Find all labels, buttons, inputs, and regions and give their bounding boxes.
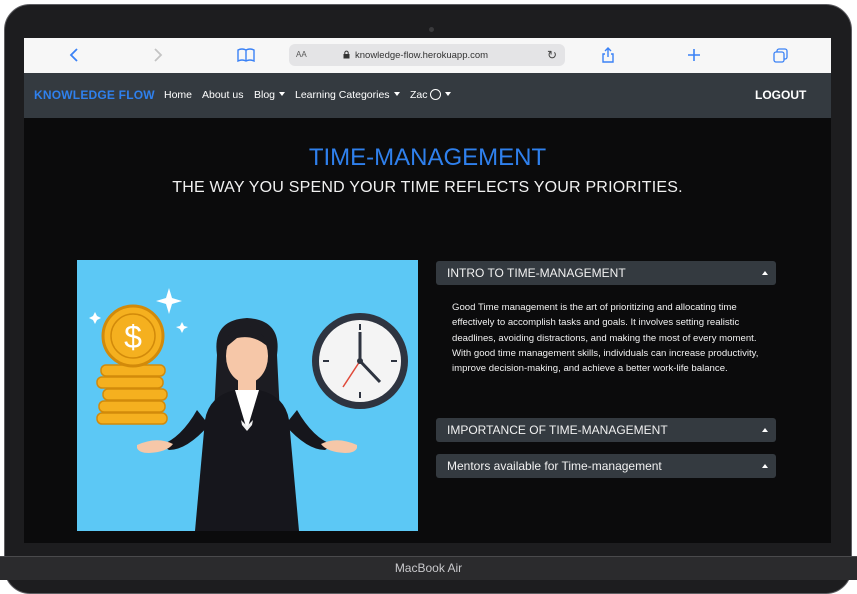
nav-blog[interactable]: Blog: [254, 89, 286, 101]
lock-icon: [343, 50, 350, 59]
site-navbar: KNOWLEDGE FLOW Home About us Blog Learni…: [24, 73, 831, 118]
text-size-button[interactable]: AA: [296, 50, 307, 59]
dollar-sign-icon: $: [124, 319, 142, 355]
new-tab-icon[interactable]: [684, 45, 704, 65]
nav-blog-label: Blog: [254, 89, 276, 101]
chevron-up-icon: [762, 464, 768, 468]
chevron-down-icon: [279, 92, 286, 96]
camera-icon: [429, 27, 434, 32]
page-subtitle: THE WAY YOU SPEND YOUR TIME REFLECTS YOU…: [172, 179, 683, 196]
tabs-overview-icon[interactable]: [770, 45, 790, 65]
accordion-header-intro-label: INTRO TO TIME-MANAGEMENT: [447, 266, 626, 280]
nav-learning-categories[interactable]: Learning Categories: [295, 89, 400, 101]
accordion-body-intro: Good Time management is the art of prior…: [452, 302, 759, 375]
accordion-header-mentors[interactable]: Mentors available for Time-management: [436, 454, 776, 478]
accordion-header-importance-label: IMPORTANCE OF TIME-MANAGEMENT: [447, 423, 668, 437]
browser-toolbar: AA knowledge-flow.herokuapp.com ↻: [24, 38, 831, 74]
browser-screen: AA knowledge-flow.herokuapp.com ↻ KNOWLE…: [24, 38, 831, 543]
device-label: MacBook Air: [394, 561, 463, 575]
share-icon[interactable]: [598, 45, 618, 65]
user-icon: [429, 89, 441, 100]
reload-icon[interactable]: ↻: [547, 48, 557, 62]
logout-button[interactable]: LOGOUT: [755, 88, 806, 102]
brand-logo[interactable]: KNOWLEDGE FLOW: [34, 88, 155, 102]
accordion-header-importance[interactable]: IMPORTANCE OF TIME-MANAGEMENT: [436, 418, 776, 442]
accordion-header-mentors-label: Mentors available for Time-management: [447, 459, 662, 473]
nav-user-label: Zac: [410, 89, 428, 101]
nav-learning-categories-label: Learning Categories: [295, 89, 390, 101]
back-icon[interactable]: [64, 45, 84, 65]
coin-stack-icon: $: [96, 304, 168, 425]
forward-icon[interactable]: [148, 45, 168, 65]
chevron-down-icon: [444, 92, 451, 96]
clock-icon: [312, 313, 408, 409]
chevron-up-icon: [762, 428, 768, 432]
nav-home[interactable]: Home: [164, 89, 192, 101]
nav-about-us[interactable]: About us: [202, 89, 243, 101]
accordion-header-intro[interactable]: INTRO TO TIME-MANAGEMENT: [436, 261, 776, 285]
page-title: TIME-MANAGEMENT: [308, 144, 547, 171]
nav-user-menu[interactable]: Zac: [410, 89, 451, 101]
bookmarks-icon[interactable]: [234, 45, 258, 65]
chevron-up-icon: [762, 271, 768, 275]
chevron-down-icon: [393, 92, 400, 96]
address-bar[interactable]: AA knowledge-flow.herokuapp.com ↻: [289, 44, 565, 66]
time-management-illustration: $: [77, 260, 418, 531]
url-text: knowledge-flow.herokuapp.com: [355, 50, 489, 61]
